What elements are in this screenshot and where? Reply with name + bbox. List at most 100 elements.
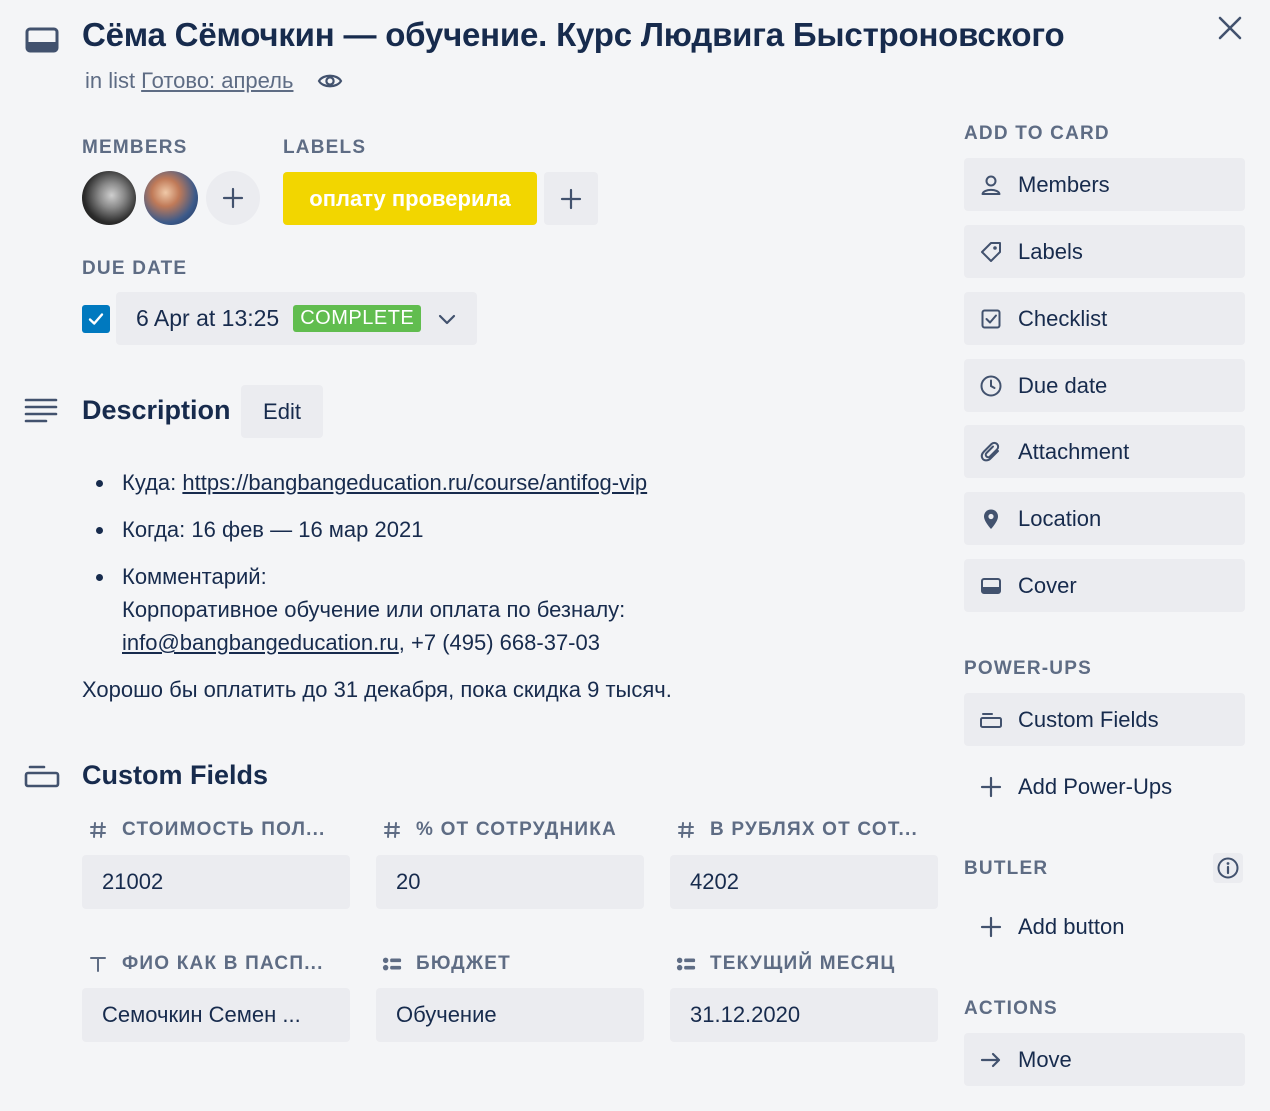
custom-field-label-text: % ОТ СОТРУДНИКА <box>416 819 617 840</box>
sidebar-button-label: Due date <box>1018 372 1108 398</box>
sidebar-button-label: Checklist <box>1018 305 1108 331</box>
avatar[interactable] <box>144 171 198 225</box>
email-link[interactable]: info@bangbangeducation.ru <box>122 630 399 655</box>
list-icon <box>382 954 402 974</box>
list-item: Когда: 16 фев — 16 мар 2021 <box>82 513 932 546</box>
custom-field-label-text: ФИО КАК В ПАСП... <box>122 953 324 974</box>
custom-field-input[interactable]: Обучение <box>376 988 644 1042</box>
due-date-heading: DUE DATE <box>82 258 188 279</box>
list-item-text: Корпоративное обучение или оплата по без… <box>122 597 626 622</box>
power-ups-heading: POWER-UPS <box>964 658 1092 679</box>
description-heading: Description <box>82 395 231 425</box>
add-power-ups-button[interactable]: Add Power-Ups <box>964 760 1245 813</box>
close-icon <box>1218 16 1242 40</box>
pin-icon <box>978 506 1004 532</box>
avatar[interactable] <box>82 171 136 225</box>
sidebar-button-label: Custom Fields <box>1018 706 1159 732</box>
custom-field-label-text: В РУБЛЯХ ОТ СОТ... <box>710 819 918 840</box>
sidebar-button-due-date[interactable]: Due date <box>964 359 1245 412</box>
custom-fields-icon <box>24 764 60 788</box>
list-icon <box>676 954 696 974</box>
person-icon <box>978 172 1004 198</box>
arrow-right-icon <box>978 1047 1004 1073</box>
sidebar-button-checklist[interactable]: Checklist <box>964 292 1245 345</box>
members-list <box>82 171 260 225</box>
sidebar-button-label: Members <box>1018 171 1110 197</box>
description-icon <box>24 396 60 426</box>
sidebar-button-cover[interactable]: Cover <box>964 559 1245 612</box>
eye-icon[interactable] <box>317 68 343 94</box>
card-icon <box>24 22 60 58</box>
sidebar-button-move[interactable]: Move <box>964 1033 1245 1086</box>
custom-field-label: В РУБЛЯХ ОТ СОТ... <box>676 819 918 841</box>
sidebar-button-label: Location <box>1018 505 1102 531</box>
list-item-text: Комментарий: <box>122 564 267 589</box>
edit-description-button[interactable]: Edit <box>241 385 323 438</box>
custom-field-label: % ОТ СОТРУДНИКА <box>382 819 617 841</box>
add-label-button[interactable] <box>544 172 598 225</box>
sidebar-button-labels[interactable]: Labels <box>964 225 1245 278</box>
sidebar-button-custom-fields[interactable]: Custom Fields <box>964 693 1245 746</box>
phone-text: , +7 (495) 668-37-03 <box>398 630 600 655</box>
custom-field-input[interactable]: 4202 <box>670 855 938 909</box>
close-button[interactable] <box>1210 8 1250 48</box>
description-footer: Хорошо бы оплатить до 31 декабря, пока с… <box>82 677 672 702</box>
members-heading: MEMBERS <box>82 137 188 158</box>
info-icon[interactable] <box>1213 853 1243 883</box>
clock-icon <box>978 373 1004 399</box>
description-body: Куда: https://bangbangeducation.ru/cours… <box>82 466 932 706</box>
sidebar-button-label: Move <box>1018 1046 1072 1072</box>
custom-field-label: БЮДЖЕТ <box>382 953 511 975</box>
add-power-ups-label: Add Power-Ups <box>1018 773 1173 799</box>
due-date-button[interactable]: 6 Apr at 13:25 COMPLETE <box>116 292 477 345</box>
custom-field-label-text: СТОИМОСТЬ ПОЛ... <box>122 819 326 840</box>
due-date-value: 6 Apr at 13:25 <box>136 305 280 331</box>
sidebar-button-label: Labels <box>1018 238 1083 264</box>
custom-field-input[interactable]: 31.12.2020 <box>670 988 938 1042</box>
sidebar-button-attachment[interactable]: Attachment <box>964 425 1245 478</box>
plus-icon <box>978 914 1004 940</box>
plus-icon <box>978 774 1004 800</box>
custom-field-label-text: БЮДЖЕТ <box>416 953 511 974</box>
custom-field-input[interactable]: Семочкин Семен ... <box>82 988 350 1042</box>
custom-field-label: СТОИМОСТЬ ПОЛ... <box>88 819 326 841</box>
list-item: Куда: https://bangbangeducation.ru/cours… <box>82 466 932 499</box>
plus-icon <box>222 187 244 209</box>
add-button-label: Add button <box>1018 913 1125 939</box>
sidebar-button-members[interactable]: Members <box>964 158 1245 211</box>
custom-fields-heading: Custom Fields <box>82 760 269 790</box>
in-list-prefix: in list <box>85 68 136 93</box>
custom-field-input[interactable]: 20 <box>376 855 644 909</box>
custom-fields-icon <box>978 707 1004 733</box>
plus-icon <box>560 188 582 209</box>
due-date-checkbox[interactable] <box>82 305 110 333</box>
custom-field-label: ФИО КАК В ПАСП... <box>88 953 324 975</box>
custom-field-label-text: ТЕКУЩИЙ МЕСЯЦ <box>710 953 896 974</box>
list-item: Комментарий: Корпоративное обучение или … <box>82 560 932 659</box>
text-icon <box>88 954 108 974</box>
labels-heading: LABELS <box>283 137 367 158</box>
check-icon <box>88 313 104 325</box>
add-to-card-heading: ADD TO CARD <box>964 123 1110 144</box>
list-breadcrumb: in list Готово: апрель <box>85 68 343 94</box>
add-member-button[interactable] <box>206 171 260 225</box>
checklist-icon <box>978 306 1004 332</box>
list-item-text: Когда: 16 фев — 16 мар 2021 <box>122 517 424 542</box>
butler-heading: BUTLER <box>964 858 1049 879</box>
list-item-text: Куда: <box>122 470 183 495</box>
sidebar-button-location[interactable]: Location <box>964 492 1245 545</box>
custom-field-label: ТЕКУЩИЙ МЕСЯЦ <box>676 953 895 975</box>
sidebar-button-label: Cover <box>1018 572 1077 598</box>
number-icon <box>382 820 402 840</box>
label-chip[interactable]: оплату проверила <box>283 172 537 225</box>
number-icon <box>676 820 696 840</box>
list-link[interactable]: Готово: апрель <box>141 68 293 94</box>
actions-heading: ACTIONS <box>964 998 1058 1019</box>
card-title[interactable]: Сёма Сёмочкин — обучение. Курс Людвига Б… <box>82 16 1065 54</box>
add-button-button[interactable]: Add button <box>964 900 1245 953</box>
tag-icon <box>978 239 1004 265</box>
status-badge: COMPLETE <box>293 305 422 332</box>
custom-field-input[interactable]: 21002 <box>82 855 350 909</box>
course-link[interactable]: https://bangbangeducation.ru/course/anti… <box>182 470 647 495</box>
paperclip-icon <box>978 439 1004 465</box>
